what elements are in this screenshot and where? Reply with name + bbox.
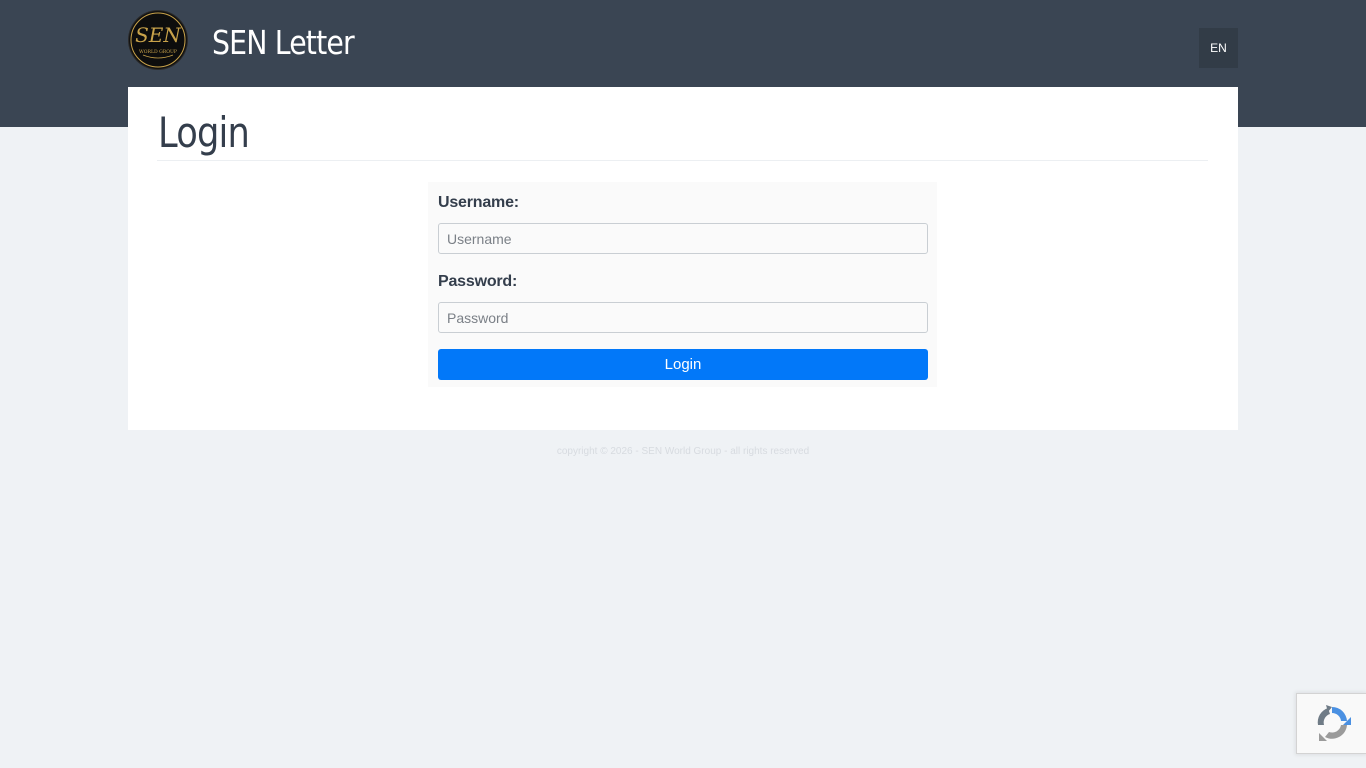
- login-form: Username: Password: Login: [428, 182, 937, 387]
- sen-world-group-logo[interactable]: SEN WORLD GROUP: [129, 11, 187, 69]
- svg-text:WORLD GROUP: WORLD GROUP: [139, 49, 177, 55]
- recaptcha-icon: [1317, 705, 1351, 741]
- svg-text:SEN: SEN: [135, 23, 182, 47]
- username-input[interactable]: [438, 223, 928, 254]
- copyright-footer: copyright © 2026 - SEN World Group - all…: [556, 446, 810, 457]
- login-card: Login Username: Password: Login: [128, 87, 1238, 430]
- language-selector-button[interactable]: EN: [1199, 28, 1238, 68]
- username-label: Username:: [438, 194, 519, 211]
- recaptcha-badge[interactable]: [1296, 693, 1366, 754]
- login-button[interactable]: Login: [438, 349, 928, 380]
- page-title: Login: [158, 108, 250, 157]
- password-label: Password:: [438, 273, 518, 290]
- password-input[interactable]: [438, 302, 928, 333]
- title-divider: [157, 160, 1208, 161]
- site-brand-title[interactable]: SEN Letter: [212, 21, 355, 65]
